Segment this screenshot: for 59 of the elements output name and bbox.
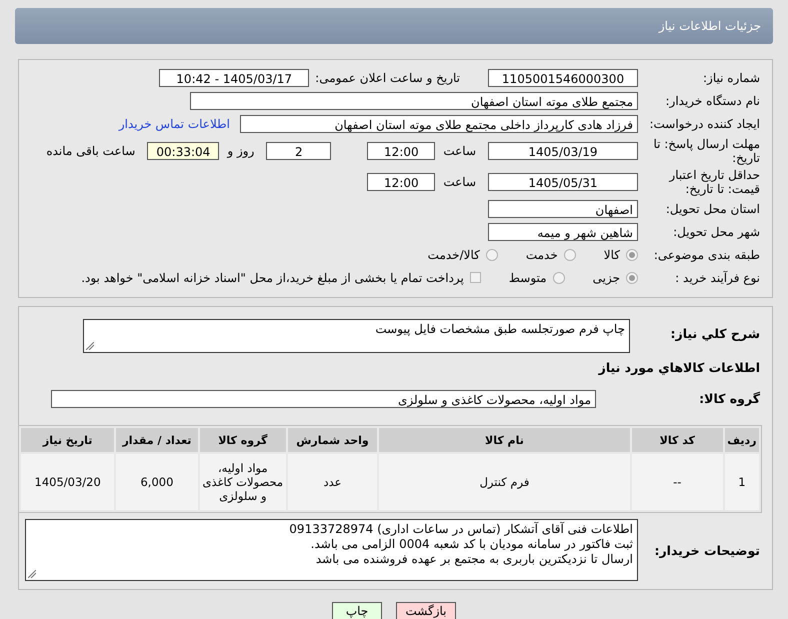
category-radio[interactable]: کالا xyxy=(604,248,638,262)
validity-date-field: 1405/05/31 xyxy=(488,172,638,190)
buyer-notes-field: اطلاعات فنی آقای آتشکار (تماس در ساعات اداری) 09133728974 ثبت فاکتور در سامانه مودیان با کد شعبه 0004 الزامی می باشد. ارسال تا نزدیکترین باربری به مجتمع بر عهده فروشنده می باشد xyxy=(25,519,638,581)
print-button[interactable]: چاپ xyxy=(332,602,382,619)
field-label: مهلت ارسال پاسخ: تا تاریخ: xyxy=(652,136,761,164)
requester-field: فرزاد هادی کارپرداز داخلی مجتمع طلای موته استان اصفهان xyxy=(240,114,638,132)
category-radio[interactable]: خدمت xyxy=(526,248,576,262)
field-label: شهر محل تحویل: xyxy=(672,224,761,238)
back-button[interactable]: بازگشت xyxy=(396,602,456,619)
province-field: اصفهان xyxy=(488,200,638,218)
field-label: توضیحات خریدار: xyxy=(653,542,761,558)
city-field: شاهین شهر و میمه xyxy=(488,222,638,240)
days-label: روز و xyxy=(227,144,254,158)
column-header: ردیف xyxy=(724,428,759,452)
table-cell: 1 xyxy=(724,454,759,510)
purchase-type-radio[interactable]: متوسط xyxy=(508,270,565,284)
field-label: شرح کلي نياز: xyxy=(670,326,761,340)
need-number-field: 1105001546000300 xyxy=(488,68,638,86)
remaining-time-field: 00:33:04 xyxy=(147,142,220,160)
field-label: شماره نیاز: xyxy=(702,70,761,84)
column-header: واحد شمارش xyxy=(288,428,377,452)
table-cell: 6,000 xyxy=(116,454,198,510)
announce-date-field: 1405/03/17 - 10:42 xyxy=(159,68,310,86)
table-cell: 1405/03/20 xyxy=(21,454,114,510)
category-radio[interactable]: کالا/خدمت xyxy=(428,248,498,262)
page-title: جزئیات اطلاعات نیاز xyxy=(658,19,761,33)
description-field: چاپ فرم صورتجلسه طبق مشخصات فایل پیوست xyxy=(83,319,630,353)
section-title: اطلاعات کالاهاي مورد نياز xyxy=(597,360,760,375)
validity-time-field: 12:00 xyxy=(367,172,436,190)
field-label: نام دستگاه خریدار: xyxy=(664,94,761,108)
deadline-time-field: 12:00 xyxy=(367,142,436,160)
resize-grip-icon[interactable] xyxy=(86,342,94,350)
column-header: تاریخ نیاز xyxy=(21,428,114,452)
field-label: تاریخ و ساعت اعلان عمومی: xyxy=(315,70,460,84)
deadline-date-field: 1405/03/19 xyxy=(488,142,638,160)
treasury-checkbox[interactable]: پرداخت تمام یا بخشی از مبلغ خرید،از محل "اسناد خزانه اسلامی" خواهد بود. xyxy=(81,270,481,284)
table-cell: فرم کنترل xyxy=(379,454,630,510)
remaining-label: ساعت باقی مانده xyxy=(46,144,136,158)
table-cell: -- xyxy=(632,454,723,510)
column-header: تعداد / مقدار xyxy=(116,428,198,452)
goods-group-field: مواد اولیه، محصولات کاغذی و سلولزی xyxy=(51,390,596,408)
column-header: کد کالا xyxy=(632,428,723,452)
purchase-type-radio[interactable]: جزیی xyxy=(592,270,638,284)
buyer-org-field: مجتمع طلای موته استان اصفهان xyxy=(190,92,638,110)
column-header: نام کالا xyxy=(379,428,630,452)
column-header: گروه کالا xyxy=(200,428,286,452)
time-label: ساعت xyxy=(443,144,476,158)
field-label: استان محل تحویل: xyxy=(664,202,761,216)
table-cell: مواد اولیه، محصولات کاغذی و سلولزی xyxy=(200,454,286,510)
field-label: حداقل تاریخ اعتبار قیمت: تا تاریخ: xyxy=(668,168,761,196)
field-label: طبقه بندی موضوعی: xyxy=(652,248,761,262)
field-label: ایجاد کننده درخواست: xyxy=(648,116,761,130)
table-cell: عدد xyxy=(288,454,377,510)
field-label: گروه کالا: xyxy=(698,391,761,406)
resize-grip-icon[interactable] xyxy=(28,570,36,578)
time-label: ساعت xyxy=(443,174,476,188)
days-field: 2 xyxy=(266,142,332,160)
field-label: نوع فرآیند خرید : xyxy=(674,270,761,284)
buyer-contact-link[interactable]: اطلاعات تماس خریدار xyxy=(118,116,230,130)
